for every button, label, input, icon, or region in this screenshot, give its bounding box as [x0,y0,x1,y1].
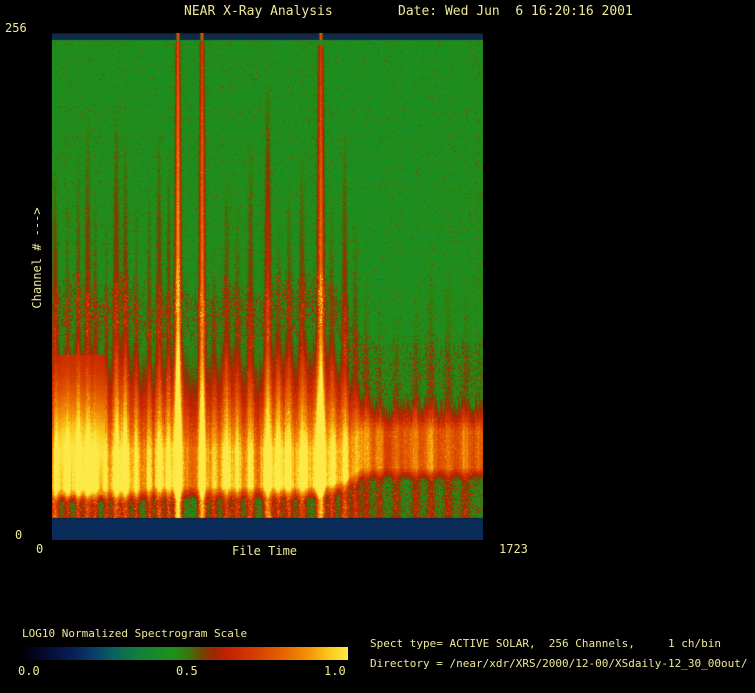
colorbar-tick-mid: 0.5 [176,665,198,677]
spect-type-info: Spect type= ACTIVE SOLAR, 256 Channels, … [370,638,721,649]
y-axis-min-tick: 0 [15,529,22,541]
x-axis-max-tick: 1723 [499,543,528,555]
xray-analysis-window: { "header": { "title": "NEAR X-Ray Analy… [0,0,755,693]
colorbar-title: LOG10 Normalized Spectrogram Scale [22,628,247,639]
colorbar-tick-min: 0.0 [18,665,40,677]
x-axis-min-tick: 0 [36,543,43,555]
spectrogram-canvas [52,33,483,540]
x-axis-title: File Time [232,545,297,557]
date-label: Date: Wed Jun 6 16:20:16 2001 [398,5,633,18]
directory-info: Directory = /near/xdr/XRS/2000/12-00/XSd… [370,658,748,669]
y-axis-title: Channel # ---> [31,207,43,308]
y-axis-max-tick: 256 [5,22,27,34]
colorbar-gradient [22,647,348,660]
page-title: NEAR X-Ray Analysis [184,5,333,18]
colorbar-tick-max: 1.0 [324,665,346,677]
